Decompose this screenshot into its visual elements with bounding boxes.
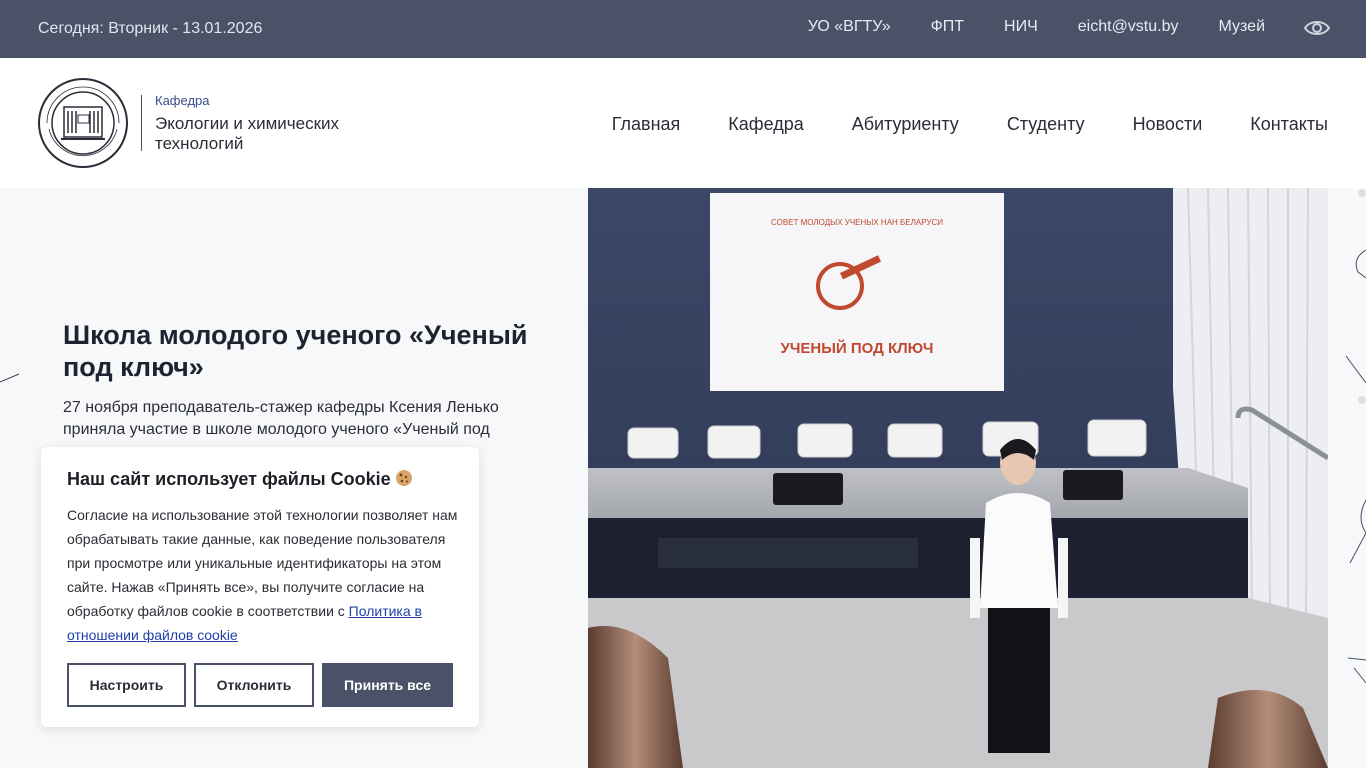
top-link-museum[interactable]: Музей bbox=[1219, 18, 1266, 36]
cookie-title: Наш сайт использует файлы Cookie bbox=[67, 469, 413, 490]
top-link-faculty[interactable]: ФПТ bbox=[931, 18, 964, 36]
top-link-research[interactable]: НИЧ bbox=[1004, 18, 1038, 36]
nav-students[interactable]: Студенту bbox=[1007, 114, 1085, 135]
cookie-decline-button[interactable]: Отклонить bbox=[194, 663, 314, 707]
top-link-university[interactable]: УО «ВГТУ» bbox=[808, 18, 891, 36]
nav-department[interactable]: Кафедра bbox=[728, 114, 803, 135]
cookie-icon bbox=[395, 470, 412, 486]
hero-title[interactable]: Школа молодого ученого «Ученый под ключ» bbox=[63, 319, 543, 383]
decorative-line-art-right bbox=[1345, 189, 1366, 684]
department-kicker: Кафедра bbox=[155, 93, 210, 108]
site-header: Кафедра Экологии и химических технологий… bbox=[0, 58, 1366, 188]
department-name[interactable]: Экологии и химических технологий bbox=[155, 114, 385, 154]
cookie-text: Согласие на использование этой технологи… bbox=[67, 507, 458, 643]
top-bar: Сегодня: Вторник - 13.01.2026 УО «ВГТУ» … bbox=[0, 0, 1366, 58]
cookie-settings-button[interactable]: Настроить bbox=[67, 663, 186, 707]
nav-news[interactable]: Новости bbox=[1133, 114, 1203, 135]
main-nav: Главная Кафедра Абитуриенту Студенту Нов… bbox=[612, 114, 1328, 135]
current-date: Сегодня: Вторник - 13.01.2026 bbox=[38, 20, 263, 37]
screen-title: УЧЕНЫЙ ПОД КЛЮЧ bbox=[781, 339, 934, 357]
logo-divider bbox=[141, 95, 142, 151]
cookie-accept-all-button[interactable]: Принять все bbox=[322, 663, 453, 707]
decorative-line-art bbox=[0, 373, 20, 383]
nav-applicants[interactable]: Абитуриенту bbox=[852, 114, 959, 135]
nav-home[interactable]: Главная bbox=[612, 114, 681, 135]
top-links: УО «ВГТУ» ФПТ НИЧ eicht@vstu.by Музей bbox=[808, 18, 1265, 36]
event-photo-illustration: СОВЕТ МОЛОДЫХ УЧЕНЫХ НАН БЕЛАРУСИ УЧЕНЫЙ… bbox=[588, 188, 1328, 768]
screen-caption: СОВЕТ МОЛОДЫХ УЧЕНЫХ НАН БЕЛАРУСИ bbox=[771, 218, 943, 227]
cookie-consent-dialog: Наш сайт использует файлы Cookie Согласи… bbox=[41, 447, 479, 727]
university-logo[interactable] bbox=[37, 77, 129, 169]
hero-photo[interactable]: СОВЕТ МОЛОДЫХ УЧЕНЫХ НАН БЕЛАРУСИ УЧЕНЫЙ… bbox=[588, 188, 1328, 768]
top-link-email[interactable]: eicht@vstu.by bbox=[1078, 18, 1179, 36]
nav-contacts[interactable]: Контакты bbox=[1250, 114, 1328, 135]
visually-impaired-eye-icon[interactable] bbox=[1303, 16, 1331, 40]
hero-description: 27 ноября преподаватель-стажер кафедры К… bbox=[63, 399, 499, 438]
